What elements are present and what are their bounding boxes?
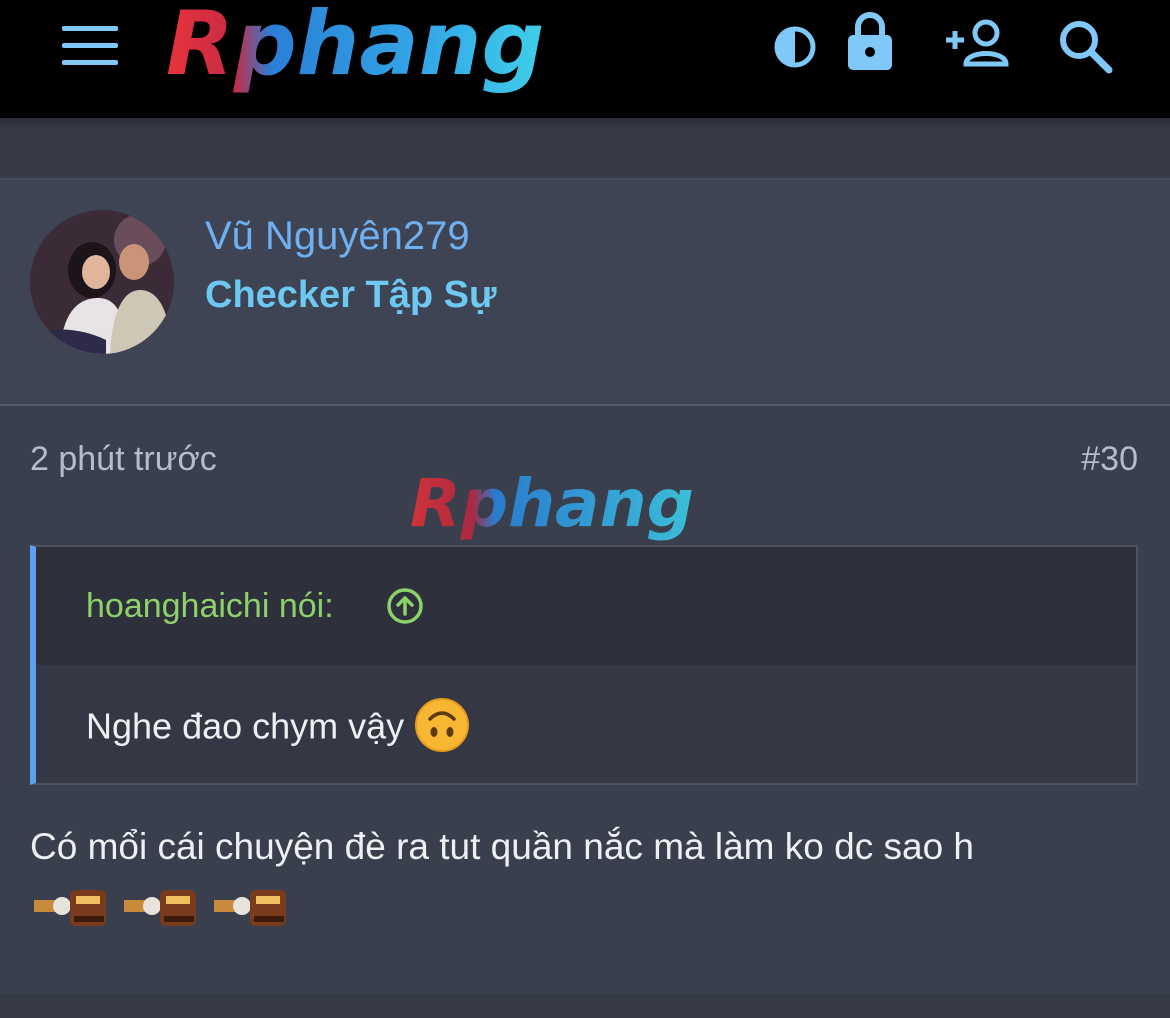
post-user-header: Vũ Nguyên279 Checker Tập Sự bbox=[0, 178, 1170, 406]
user-avatar[interactable] bbox=[30, 210, 174, 354]
quote-text-content: Nghe đao chym vậy bbox=[86, 705, 405, 747]
divider bbox=[0, 404, 1170, 406]
quote-author-link[interactable]: hoanghaichi nói: bbox=[86, 587, 334, 626]
contrast-icon[interactable] bbox=[773, 25, 817, 69]
sticker-row bbox=[30, 878, 310, 936]
username-link[interactable]: Vũ Nguyên279 bbox=[205, 214, 470, 259]
quote-text: Nghe đao chym vậy bbox=[86, 698, 470, 753]
arrow-up-circle-icon[interactable] bbox=[386, 587, 424, 625]
top-navigation-bar: Rphang bbox=[0, 0, 1170, 118]
sticker-icon bbox=[210, 878, 298, 934]
logo-text: Rphang bbox=[166, 0, 544, 95]
post-timestamp[interactable]: 2 phút trước bbox=[30, 440, 217, 479]
lock-icon[interactable] bbox=[844, 10, 896, 72]
add-user-icon[interactable] bbox=[942, 18, 1014, 70]
user-title: Checker Tập Sự bbox=[205, 274, 497, 316]
search-icon[interactable] bbox=[1057, 18, 1113, 74]
header-shadow bbox=[0, 118, 1170, 128]
hamburger-menu-icon[interactable] bbox=[62, 26, 118, 66]
sticker-icon bbox=[30, 878, 118, 934]
quote-header: hoanghaichi nói: bbox=[36, 547, 1136, 665]
watermark-logo: Rphang bbox=[406, 460, 766, 552]
sticker-icon bbox=[120, 878, 208, 934]
watermark-text: Rphang bbox=[410, 465, 694, 542]
forum-post: Vũ Nguyên279 Checker Tập Sự 2 phút trước… bbox=[0, 178, 1170, 994]
post-body-text: Có mổi cái chuyện đè ra tut quần nắc mà … bbox=[30, 826, 975, 867]
page-background-strip bbox=[0, 994, 1170, 1018]
site-logo[interactable]: Rphang bbox=[160, 0, 730, 100]
post-number[interactable]: #30 bbox=[1081, 440, 1138, 479]
quote-block: hoanghaichi nói: Nghe đao chym vậy bbox=[30, 545, 1138, 785]
upside-down-face-emoji-icon bbox=[414, 697, 470, 753]
